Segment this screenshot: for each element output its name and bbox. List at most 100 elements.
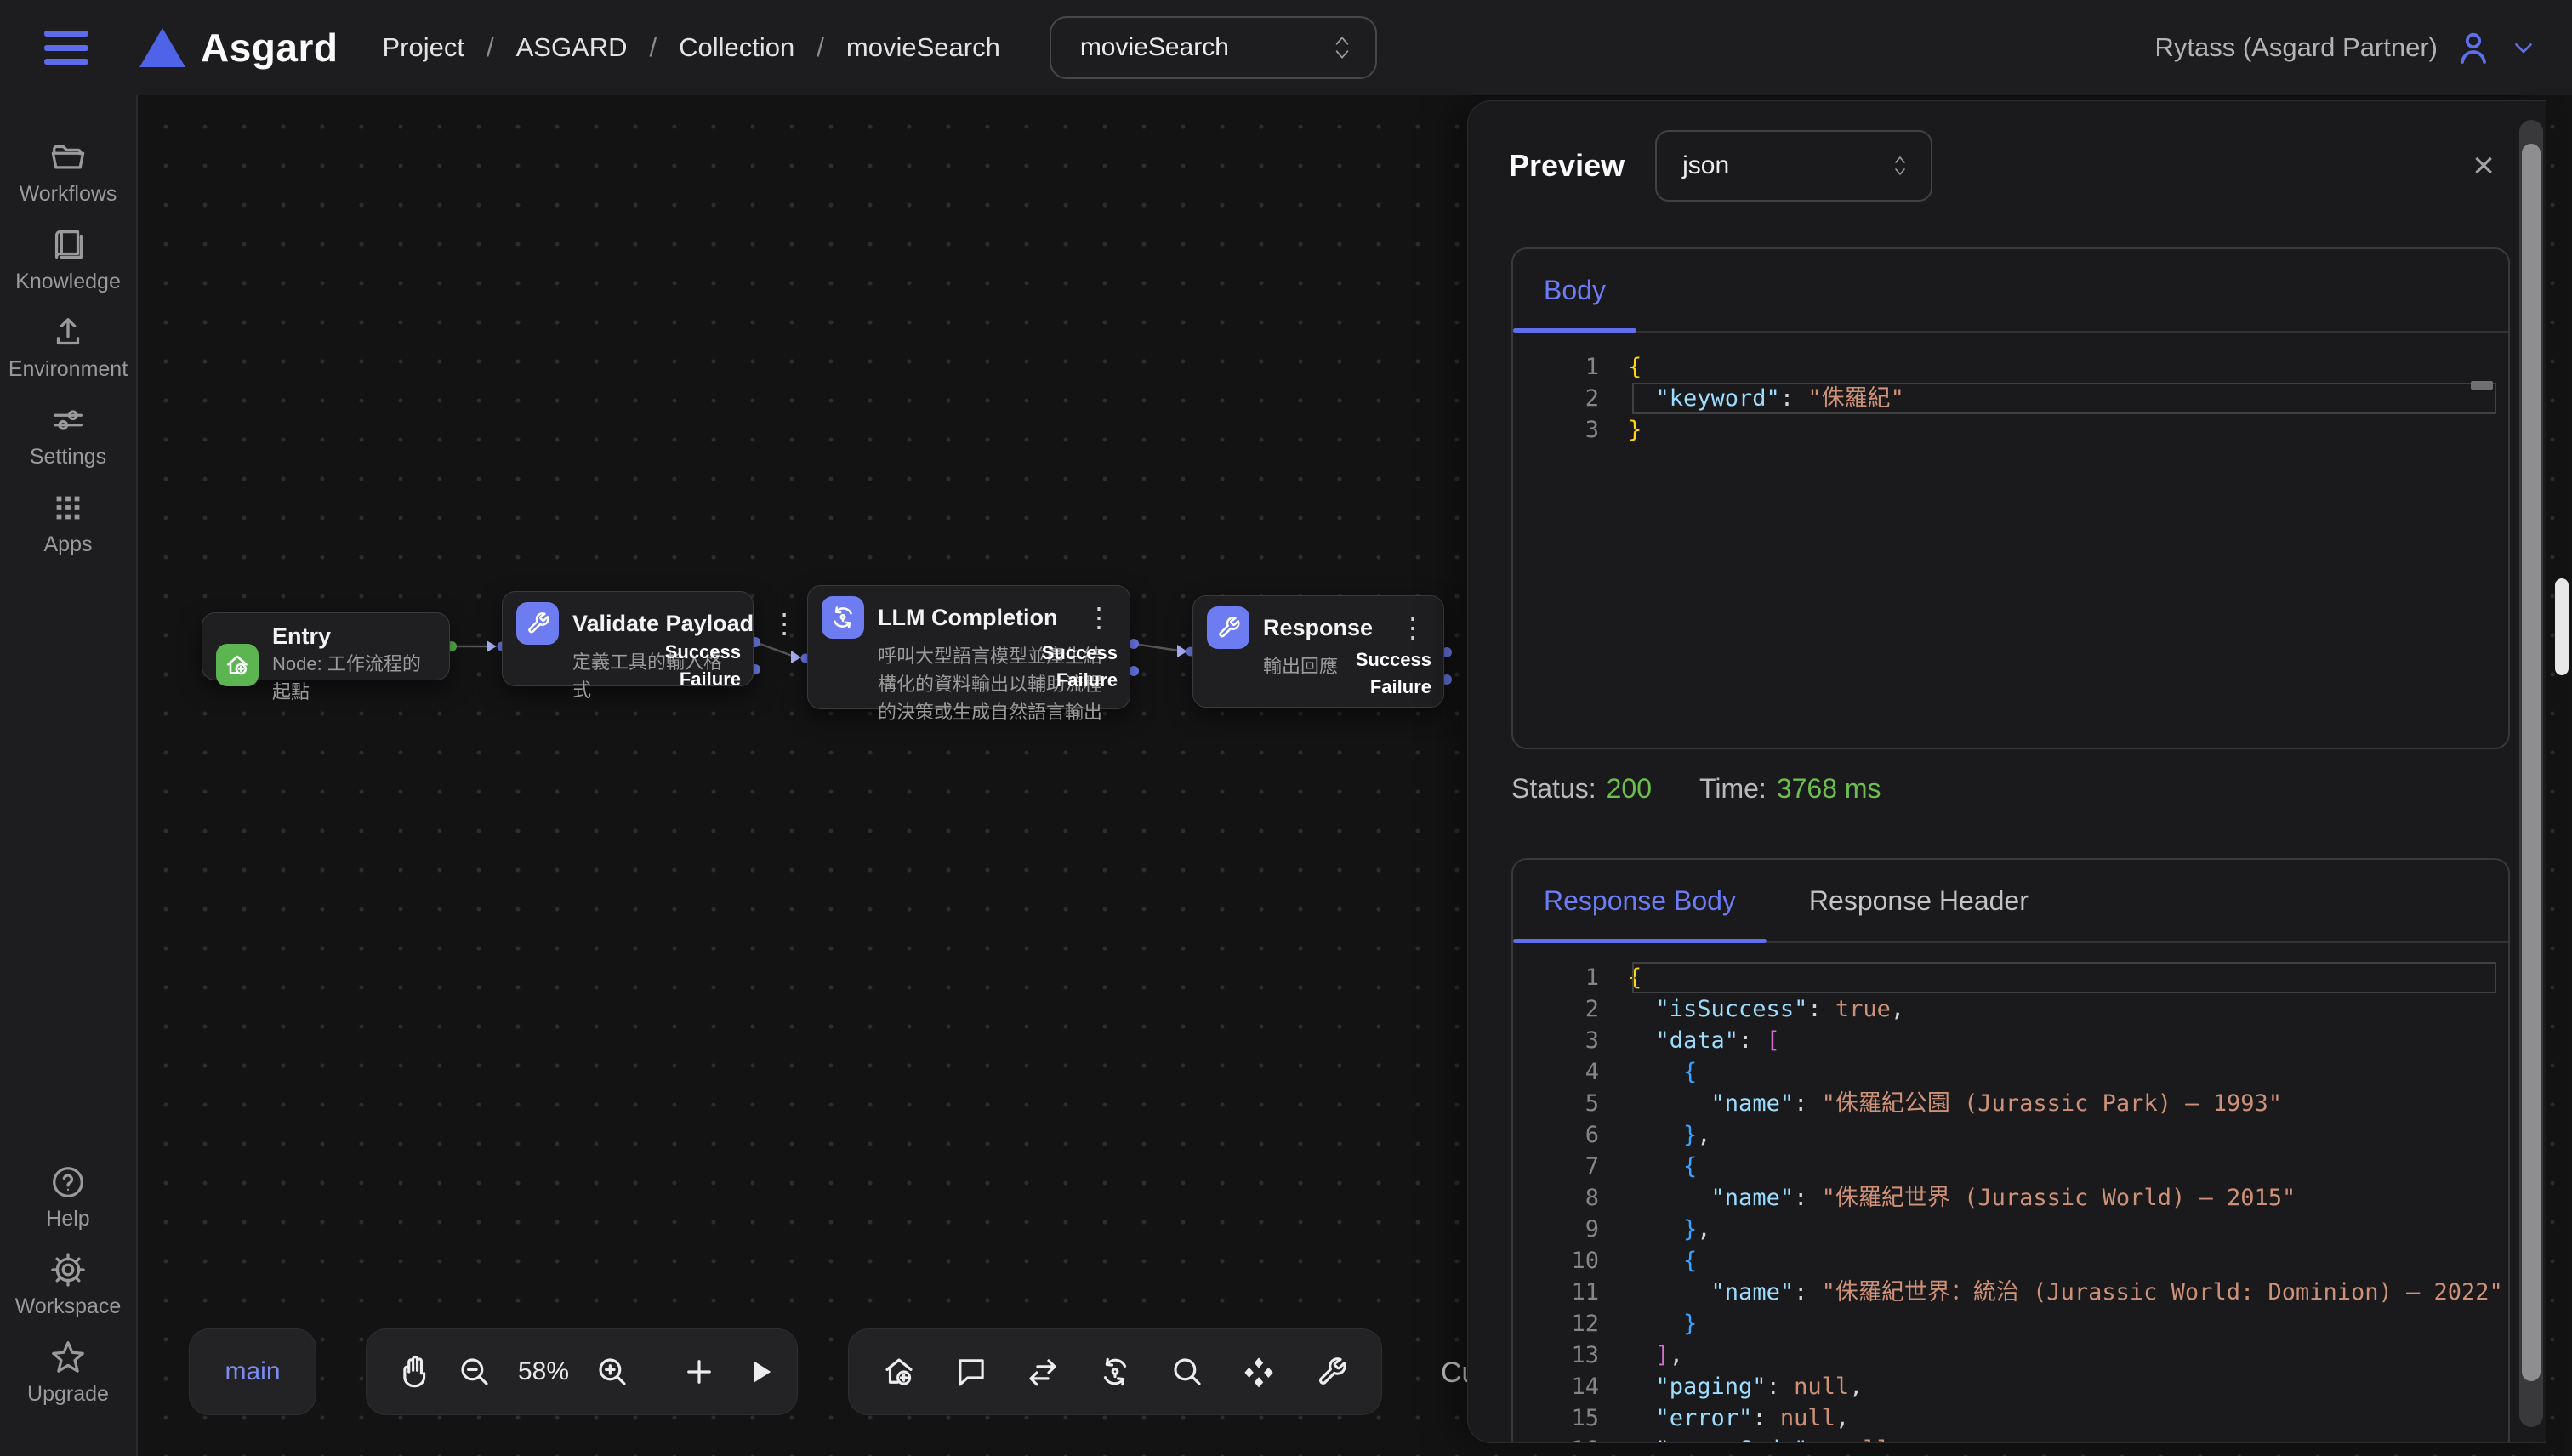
request-body-editor[interactable]: 1{2 "keyword": "侏羅紀"3} bbox=[1513, 333, 2508, 446]
search-icon[interactable] bbox=[1169, 1354, 1205, 1390]
preview-panel-header: Preview json × bbox=[1509, 130, 2495, 202]
add-entry-node-icon[interactable] bbox=[881, 1354, 917, 1390]
user-label: Rytass (Asgard Partner) bbox=[2155, 32, 2438, 63]
line-number: 11 bbox=[1513, 1277, 1628, 1308]
code-line: 10 { bbox=[1513, 1245, 2508, 1277]
time-label: Time: bbox=[1699, 773, 1767, 805]
user-avatar-icon[interactable] bbox=[2453, 27, 2494, 68]
line-number: 1 bbox=[1513, 351, 1628, 383]
port-success-label[interactable]: Success bbox=[665, 641, 741, 663]
code-line: 1{ bbox=[1513, 962, 2508, 993]
wrench-icon bbox=[1207, 606, 1249, 649]
sliders-icon bbox=[48, 401, 88, 440]
node-title: Entry bbox=[272, 623, 435, 650]
select-updown-icon bbox=[1890, 152, 1910, 179]
node-entry[interactable]: Entry Node: 工作流程的起點 bbox=[202, 612, 450, 680]
diamond-grid-icon[interactable] bbox=[1241, 1354, 1277, 1390]
wrench-tool-icon[interactable] bbox=[1313, 1354, 1349, 1390]
body-tabs: Body bbox=[1513, 249, 2508, 333]
breadcrumb-project[interactable]: Project bbox=[382, 32, 464, 63]
workflow-edges bbox=[138, 95, 1584, 861]
code-line: 3 "data": [ bbox=[1513, 1025, 2508, 1056]
folder-icon bbox=[48, 138, 88, 177]
port-failure-label[interactable]: Failure bbox=[680, 668, 741, 691]
select-updown-icon bbox=[1331, 33, 1353, 62]
line-number: 4 bbox=[1513, 1056, 1628, 1088]
tab-response-header[interactable]: Response Header bbox=[1778, 860, 2059, 941]
sidebar-item-environment[interactable]: Environment bbox=[9, 313, 128, 382]
response-tabs: Response Body Response Header bbox=[1513, 860, 2508, 943]
line-number: 2 bbox=[1513, 993, 1628, 1025]
top-navbar: Asgard Project / ASGARD / Collection / m… bbox=[0, 0, 2572, 95]
close-icon[interactable]: × bbox=[2472, 147, 2495, 185]
sidebar-item-knowledge[interactable]: Knowledge bbox=[15, 225, 121, 294]
request-body-card: Body 1{2 "keyword": "侏羅紀"3} bbox=[1511, 247, 2510, 749]
line-number: 13 bbox=[1513, 1339, 1628, 1371]
tab-response-body[interactable]: Response Body bbox=[1513, 860, 1767, 941]
node-llm-completion[interactable]: LLM Completion ⋮ 呼叫大型語言模型並產生結構化的資料輸出以輔助流… bbox=[807, 585, 1130, 709]
response-body-editor[interactable]: 1{2 "isSuccess": true,3 "data": [4 {5 "n… bbox=[1513, 943, 2508, 1443]
port-failure-label[interactable]: Failure bbox=[1056, 669, 1118, 691]
swap-arrows-icon[interactable] bbox=[1025, 1354, 1061, 1390]
line-number: 6 bbox=[1513, 1119, 1628, 1151]
node-menu-icon[interactable]: ⋮ bbox=[767, 610, 801, 637]
panel-scrollbar-thumb[interactable] bbox=[2522, 144, 2541, 1381]
node-toolbar bbox=[848, 1328, 1382, 1415]
help-icon bbox=[48, 1163, 88, 1202]
sidebar-item-label: Apps bbox=[44, 532, 93, 557]
gear-icon bbox=[48, 1250, 88, 1289]
current-line-highlight bbox=[1632, 383, 2496, 414]
node-title: Validate Payload bbox=[572, 611, 754, 637]
branch-button[interactable]: main bbox=[189, 1328, 316, 1415]
port-success-label[interactable]: Success bbox=[1042, 642, 1118, 664]
code-line: 9 }, bbox=[1513, 1214, 2508, 1245]
zoom-out-icon[interactable] bbox=[457, 1354, 492, 1390]
format-select-value: json bbox=[1682, 151, 1729, 180]
sidebar-item-apps[interactable]: Apps bbox=[44, 488, 93, 557]
node-menu-icon[interactable]: ⋮ bbox=[1082, 604, 1116, 631]
code-line: 6 }, bbox=[1513, 1119, 2508, 1151]
code-line: 8 "name": "侏羅紀世界 (Jurassic World) – 2015… bbox=[1513, 1182, 2508, 1214]
line-number: 8 bbox=[1513, 1182, 1628, 1214]
line-number: 7 bbox=[1513, 1151, 1628, 1182]
sidebar-item-upgrade[interactable]: Upgrade bbox=[27, 1338, 109, 1407]
hamburger-menu-icon[interactable] bbox=[44, 31, 88, 65]
add-icon[interactable] bbox=[681, 1354, 717, 1390]
code-line: 16 "errorCode": null bbox=[1513, 1434, 2508, 1443]
node-subtitle: Node: 工作流程的起點 bbox=[272, 650, 435, 706]
branch-label: main bbox=[225, 1357, 280, 1386]
zoom-in-icon[interactable] bbox=[595, 1354, 630, 1390]
comment-icon[interactable] bbox=[953, 1354, 989, 1390]
window-scrollbar-thumb[interactable] bbox=[2555, 578, 2569, 675]
run-play-icon[interactable] bbox=[743, 1354, 778, 1390]
chevron-down-icon[interactable] bbox=[2509, 33, 2538, 62]
status-row: Status: 200 Time: 3768 ms bbox=[1511, 773, 1881, 805]
node-title: LLM Completion bbox=[878, 605, 1057, 631]
line-number: 15 bbox=[1513, 1402, 1628, 1434]
node-title: Response bbox=[1263, 615, 1373, 641]
sidebar-item-label: Upgrade bbox=[27, 1382, 109, 1407]
port-success-label[interactable]: Success bbox=[1356, 649, 1431, 671]
pan-hand-icon[interactable] bbox=[395, 1354, 431, 1390]
code-line: 2 "keyword": "侏羅紀" bbox=[1513, 383, 2508, 414]
code-line: 12 } bbox=[1513, 1308, 2508, 1339]
port-failure-label[interactable]: Failure bbox=[1370, 676, 1431, 698]
workflow-select[interactable]: movieSearch bbox=[1050, 16, 1377, 79]
breadcrumb-moviesearch[interactable]: movieSearch bbox=[846, 32, 1000, 63]
breadcrumb-asgard[interactable]: ASGARD bbox=[516, 32, 628, 63]
node-validate-payload[interactable]: Validate Payload ⋮ 定義工具的輸入格式 Success Fai… bbox=[502, 591, 754, 686]
node-menu-icon[interactable]: ⋮ bbox=[1396, 614, 1430, 641]
sidebar-item-workflows[interactable]: Workflows bbox=[20, 138, 117, 207]
navbar-right: Rytass (Asgard Partner) bbox=[2155, 27, 2539, 68]
breadcrumb-collection[interactable]: Collection bbox=[679, 32, 794, 63]
editor-scroll-decoration bbox=[2471, 381, 2493, 390]
sidebar-item-help[interactable]: Help bbox=[46, 1163, 89, 1231]
code-line: 2 "isSuccess": true, bbox=[1513, 993, 2508, 1025]
sidebar-item-settings[interactable]: Settings bbox=[30, 401, 106, 469]
llm-node-icon[interactable] bbox=[1097, 1354, 1133, 1390]
node-response[interactable]: Response ⋮ 輸出回應 Success Failure bbox=[1192, 595, 1444, 708]
tab-body[interactable]: Body bbox=[1513, 249, 1636, 331]
sidebar-item-workspace[interactable]: Workspace bbox=[15, 1250, 122, 1319]
preview-title: Preview bbox=[1509, 148, 1625, 184]
format-select[interactable]: json bbox=[1655, 130, 1932, 202]
